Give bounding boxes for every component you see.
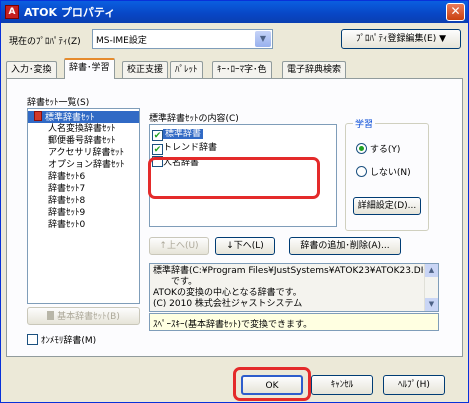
radio-icon[interactable] [356,166,367,177]
current-property-select[interactable]: MS-IME設定 ▼ [92,29,273,49]
list-item[interactable]: 郵便番号辞書ｾｯﾄ [48,135,116,147]
list-item[interactable]: 標準辞書ｾｯﾄ [28,111,139,123]
tab-dictionary-learning[interactable]: 辞書･学習 [64,58,115,79]
cancel-button[interactable]: ｷｬﾝｾﾙ [311,375,373,395]
on-memory-checkbox[interactable]: ｵﾝﾒﾓﾘ辞書(M) [27,333,96,346]
info-line: です。 [171,277,198,287]
dictionary-book-icon [34,111,42,121]
on-memory-label: ｵﾝﾒﾓﾘ辞書(M) [40,336,97,346]
info-line: (C) 2010 株式会社ジャストシステム [153,299,303,309]
list-item[interactable]: 辞書ｾｯﾄ6 [48,171,85,183]
hint-bar: ｽﾍﾟｰｽｷｰ(基本辞書ｾｯﾄ)で変換できます。 [149,313,439,331]
tab-e-dictionary-search[interactable]: 電子辞典検索 [282,61,347,78]
list-item[interactable]: ✔ トレンド辞書 [152,142,217,155]
list-item[interactable]: ✔ 標準辞書 [152,128,282,141]
info-scrollbar[interactable]: ▲ ▼ [424,264,438,311]
list-item[interactable]: 辞書ｾｯﾄ9 [48,207,85,219]
learning-group-label: 学習 [353,117,376,130]
current-property-label: 現在のﾌﾟﾛﾊﾟﾃｨ(Z) [9,37,81,47]
info-line: ATOKの変換の中心となる辞書です。 [153,288,302,298]
ok-highlight-annotation [233,367,311,401]
checkbox-icon[interactable] [27,334,38,345]
dictionary-book-icon [47,311,55,320]
learning-off-radio[interactable]: しない(N) [356,165,411,178]
tab-panel: 辞書ｾｯﾄ一覧(S) 標準辞書ｾｯﾄ 人名変換辞書ｾｯﾄ 郵便番号辞書ｾｯﾄ ア… [6,78,463,357]
learning-on-radio[interactable]: する(Y) [356,142,400,155]
move-up-button: ↑上へ(U) [149,237,209,255]
list-item[interactable]: アクセサリ辞書ｾｯﾄ [48,147,124,159]
tab-key-romaji-color[interactable]: ｷｰ･ﾛｰﾏ字･色 [212,61,272,78]
list-item[interactable]: 辞書ｾｯﾄ7 [48,183,85,195]
dictionary-info-box: 標準辞書(C:¥Program Files¥JustSystems¥ATOK23… [149,263,439,312]
atok-app-icon: A [5,5,19,19]
checkbox-icon[interactable]: ✔ [152,144,163,155]
hint-text: ｽﾍﾟｰｽｷｰ(基本辞書ｾｯﾄ)で変換できます。 [153,320,313,330]
radio-icon[interactable] [356,143,367,154]
window-title: ATOK プロパティ [24,6,116,19]
tab-palette[interactable]: ﾊﾟﾚｯﾄ [170,61,203,78]
current-property-value: MS-IME設定 [96,36,147,46]
scroll-up-icon[interactable]: ▲ [425,264,438,277]
add-remove-dictionary-button[interactable]: 辞書の追加･削除(A)... [289,237,401,255]
detail-settings-button[interactable]: 詳細設定(D)... [353,197,421,215]
list-item[interactable]: 辞書ｾｯﾄ0 [48,219,85,231]
title-bar[interactable]: A ATOK プロパティ ✕ [1,1,468,23]
checkbox-icon[interactable]: ✔ [152,130,163,141]
chevron-down-icon[interactable]: ▼ [255,31,271,47]
list-item[interactable]: 辞書ｾｯﾄ8 [48,195,85,207]
info-line: 標準辞書(C:¥Program Files¥JustSystems¥ATOK23… [153,266,434,276]
dict-set-list[interactable]: 標準辞書ｾｯﾄ 人名変換辞書ｾｯﾄ 郵便番号辞書ｾｯﾄ アクセサリ辞書ｾｯﾄ オ… [27,108,140,304]
list-item[interactable]: オプション辞書ｾｯﾄ [48,159,125,171]
help-button[interactable]: ﾍﾙﾌﾟ(H) [383,375,445,395]
basic-dict-set-button: 基本辞書ｾｯﾄ(B) [27,307,140,325]
tab-input-conversion[interactable]: 入力･変換 [6,61,57,78]
move-down-button[interactable]: ↓下へ(L) [215,237,275,255]
dict-set-list-label: 辞書ｾｯﾄ一覧(S) [27,98,90,108]
list-item[interactable]: 人名変換辞書ｾｯﾄ [48,123,116,135]
tab-proofreading[interactable]: 校正支援 [122,61,169,78]
contents-label: 標準辞書ｾｯﾄの内容(C) [149,114,239,124]
property-register-button[interactable]: ﾌﾟﾛﾊﾟﾃｨ登録編集(E) ▼ [341,29,461,49]
close-button[interactable]: ✕ [446,3,465,21]
highlight-annotation [148,157,320,199]
scroll-down-icon[interactable]: ▼ [425,298,438,311]
properties-window: A ATOK プロパティ ✕ 現在のﾌﾟﾛﾊﾟﾃｨ(Z) MS-IME設定 ▼ … [0,0,469,403]
